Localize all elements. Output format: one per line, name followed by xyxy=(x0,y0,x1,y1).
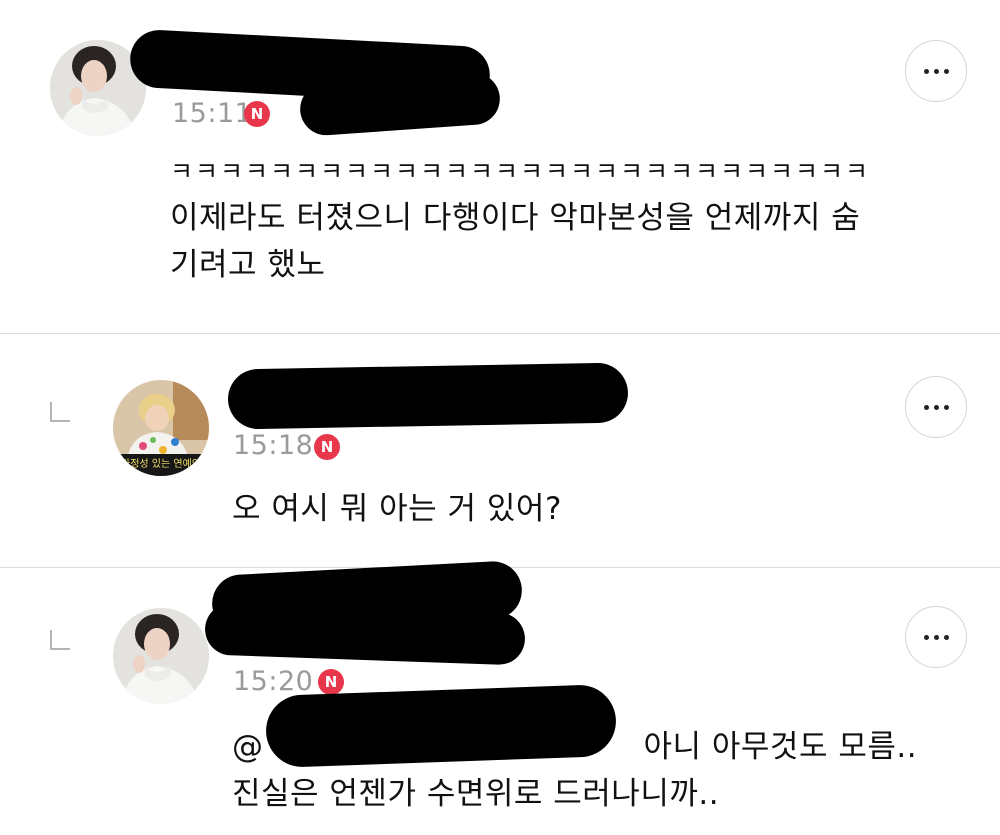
more-options-button[interactable] xyxy=(905,376,967,438)
comment-line: ㅋㅋㅋㅋㅋㅋㅋㅋㅋㅋㅋㅋㅋㅋㅋㅋㅋㅋㅋㅋㅋㅋㅋㅋㅋㅋㅋㅋ xyxy=(170,157,871,186)
user-avatar[interactable]: 가정성 있는 연예인 xyxy=(113,380,209,476)
comment-timestamp: 15:20 xyxy=(233,666,314,697)
new-badge: N xyxy=(318,669,344,695)
reply-indent-icon xyxy=(50,402,70,422)
ellipsis-icon xyxy=(923,404,949,410)
redacted-username xyxy=(227,362,629,430)
comment-3: 15:20 N @ 아니 아무것도 모름.. 진실은 언젠가 수면위로 드러나니까… xyxy=(0,559,1000,835)
more-options-button[interactable] xyxy=(905,40,967,102)
ellipsis-icon xyxy=(923,68,949,74)
comment-timestamp: 15:11 xyxy=(172,98,253,129)
redacted-mention xyxy=(264,683,618,769)
comment-line: 오 여시 뭐 아는 거 있어? xyxy=(232,491,562,527)
comment-line-text: 아니 아무것도 모름.. xyxy=(643,729,918,765)
reply-indent-icon xyxy=(50,630,70,650)
comment-1: 15:11 N ㅋㅋㅋㅋㅋㅋㅋㅋㅋㅋㅋㅋㅋㅋㅋㅋㅋㅋㅋㅋㅋㅋㅋㅋㅋㅋㅋㅋ 이제라… xyxy=(0,0,1000,333)
comment-timestamp: 15:18 xyxy=(233,430,314,461)
avatar-photo-woman xyxy=(113,608,209,704)
avatar-caption: 가정성 있는 연예인 xyxy=(121,459,201,470)
mention-prefix[interactable]: @ xyxy=(232,729,264,765)
more-options-button[interactable] xyxy=(905,606,967,668)
new-badge: N xyxy=(314,434,340,460)
comment-line: 이제라도 터졌으니 다행이다 악마본성을 언제까지 숨 xyxy=(170,200,861,236)
ellipsis-icon xyxy=(923,634,949,640)
comment-body: 오 여시 뭐 아는 거 있어? xyxy=(232,486,562,533)
user-avatar[interactable] xyxy=(113,608,209,704)
comment-line: 진실은 언젠가 수면위로 드러나니까.. xyxy=(232,776,720,812)
redacted-username-extension xyxy=(204,602,526,666)
comment-line: 기려고 했노 xyxy=(170,247,326,283)
comment-2: 가정성 있는 연예인 15:18 N 오 여시 뭐 아는 거 있어? xyxy=(0,334,1000,567)
comment-body: ㅋㅋㅋㅋㅋㅋㅋㅋㅋㅋㅋㅋㅋㅋㅋㅋㅋㅋㅋㅋㅋㅋㅋㅋㅋㅋㅋㅋ 이제라도 터졌으니 다… xyxy=(170,148,870,289)
new-badge: N xyxy=(244,101,270,127)
